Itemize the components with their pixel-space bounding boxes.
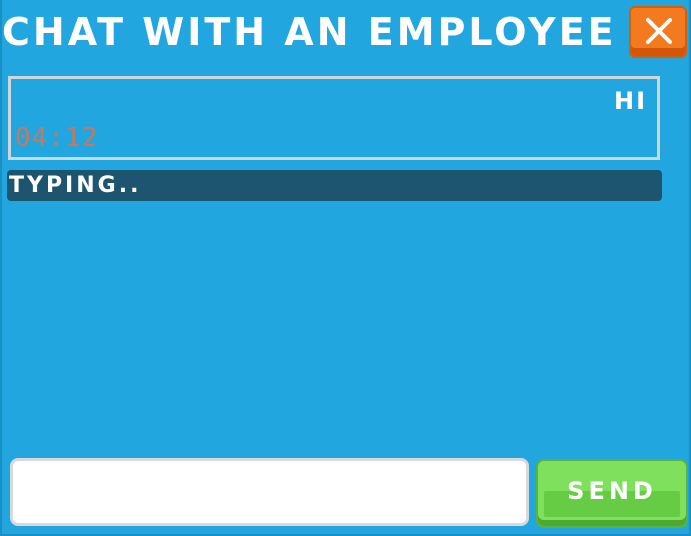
send-button-label: SEND — [567, 477, 657, 505]
chat-window: CHAT WITH AN EMPLOYEE HI 04:12 TYPING.. … — [0, 0, 691, 536]
typing-indicator: TYPING.. — [7, 170, 662, 201]
window-title: CHAT WITH AN EMPLOYEE — [2, 10, 617, 54]
message-timestamp: 04:12 — [15, 123, 99, 153]
send-button[interactable]: SEND — [536, 459, 688, 528]
chat-message: HI 04:12 — [8, 76, 660, 160]
message-input[interactable] — [10, 458, 529, 526]
message-text: HI — [613, 87, 647, 115]
close-button[interactable] — [629, 6, 687, 58]
typing-text: TYPING.. — [9, 173, 142, 198]
